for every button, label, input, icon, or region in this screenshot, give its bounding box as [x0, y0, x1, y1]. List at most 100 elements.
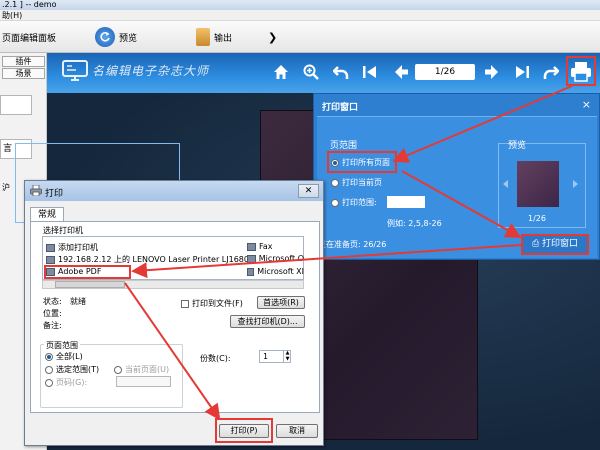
tab-scenes[interactable]: 场景: [2, 68, 45, 79]
menu-help[interactable]: 助(H): [2, 11, 22, 20]
printer-item-label: Microsoft O: [258, 254, 304, 263]
page-range-label: 页范围: [330, 141, 358, 151]
last-page-icon[interactable]: [514, 64, 530, 80]
copies-value: 1: [263, 352, 269, 361]
printer-icon: ⎙: [531, 239, 543, 249]
tab-general[interactable]: 常规: [30, 207, 64, 222]
printer-item-label: Microsoft XI: [257, 267, 304, 276]
dialog-print-button[interactable]: 打印(P): [219, 424, 269, 438]
export-button[interactable]: 输出: [196, 27, 232, 47]
redo-icon[interactable]: [543, 64, 559, 80]
app-name: 名编辑电子杂志大师: [92, 64, 210, 78]
printer-item-microsoft-xps[interactable]: Microsoft XI: [247, 267, 304, 276]
page-edit-panel-label: 页面编辑面板: [2, 33, 57, 44]
print-dialog-close-button[interactable]: ✕: [298, 184, 319, 198]
preview-page-indicator: 1/26: [528, 214, 546, 223]
radio-icon: [114, 365, 122, 374]
select-printer-label: 选择打印机: [43, 226, 83, 235]
left-panel-label: 沪: [2, 183, 10, 192]
left-panel-field[interactable]: [0, 95, 32, 115]
preview-thumbnail: [517, 161, 559, 207]
print-window-title: 打印窗口: [322, 103, 359, 113]
page-range-group-label: 页面范围: [44, 340, 80, 351]
print-status-text: 正在准备页: 26/26: [318, 240, 387, 249]
status-label: 状态:: [43, 297, 62, 306]
preview-prev-icon[interactable]: [503, 180, 509, 188]
page-numbers-input[interactable]: [116, 376, 171, 387]
radio-icon: [331, 178, 339, 187]
window-title-bar: .2.1 ] -- demo: [0, 0, 600, 10]
print-window-action-button[interactable]: ⎙ 打印窗口: [521, 234, 589, 255]
printer-icon: [571, 62, 591, 82]
preview-next-icon[interactable]: [572, 180, 578, 188]
print-window-close-button[interactable]: ×: [582, 98, 591, 111]
zoom-in-icon[interactable]: [303, 64, 319, 80]
range-selection-label: 选定范围(T): [56, 365, 100, 374]
prev-page-icon[interactable]: [393, 64, 409, 80]
comment-label: 备注:: [43, 321, 62, 330]
range-example-text: 例如: 2,5,8-26: [387, 219, 442, 228]
preferences-button[interactable]: 首选项(R): [257, 296, 305, 309]
window-title: .2.1 ] -- demo: [2, 0, 57, 9]
printer-icon: [46, 255, 55, 264]
refresh-icon: [95, 27, 115, 47]
adobe-pdf-highlight: [44, 265, 131, 279]
print-all-pages-option[interactable]: 打印所有页面: [331, 157, 390, 168]
home-icon[interactable]: [273, 64, 289, 80]
printer-icon: [30, 185, 42, 196]
fax-icon: [247, 242, 256, 251]
page-indicator[interactable]: 1/26: [415, 64, 475, 80]
range-all-label: 全部(L): [56, 352, 83, 361]
printer-item-label: 添加打印机: [58, 243, 98, 252]
print-button[interactable]: [566, 56, 596, 86]
print-to-file-checkbox[interactable]: 打印到文件(F): [181, 298, 243, 309]
radio-icon: [45, 365, 53, 374]
range-current-label: 当前页面(U): [125, 365, 170, 374]
preview-label: 预览: [119, 33, 138, 44]
menu-bar: 助(H): [0, 10, 600, 21]
copies-label: 份数(C):: [200, 354, 231, 363]
toolbar-more-button[interactable]: ❯: [268, 27, 277, 47]
preview-button[interactable]: 预览: [95, 27, 137, 47]
add-printer-icon: [46, 243, 55, 252]
main-toolbar: 页面编辑面板 预览 输出 ❯: [0, 21, 600, 53]
range-pages-label: 页码(G):: [56, 378, 88, 387]
dialog-cancel-button[interactable]: 取消: [276, 424, 318, 438]
print-dialog-title: 打印: [45, 189, 64, 199]
printer-item-microsoft-o[interactable]: Microsoft O: [247, 254, 304, 263]
range-pages-option[interactable]: 页码(G):: [45, 377, 87, 388]
printer-item-fax[interactable]: Fax: [247, 242, 273, 251]
print-current-page-label: 打印当前页: [342, 178, 382, 187]
range-selection-option[interactable]: 选定范围(T): [45, 364, 99, 375]
export-label: 输出: [214, 33, 233, 44]
book-icon: [196, 28, 210, 46]
printer-item-lenovo[interactable]: 192.168.2.12 上的 LENOVO Laser Printer LJ1…: [46, 254, 249, 265]
next-page-icon[interactable]: [484, 64, 500, 80]
printer-item-label: Fax: [259, 242, 273, 251]
undo-icon[interactable]: [333, 64, 349, 80]
radio-icon: [331, 158, 339, 167]
range-current-option[interactable]: 当前页面(U): [114, 364, 169, 375]
printer-icon: [247, 254, 256, 263]
print-window-action-label: 打印窗口: [542, 239, 579, 249]
first-page-icon[interactable]: [362, 64, 378, 80]
copies-spinner[interactable]: ▲ ▼: [283, 350, 291, 363]
scrollbar-thumb[interactable]: [55, 281, 125, 288]
print-all-pages-label: 打印所有页面: [342, 158, 390, 167]
print-range-input[interactable]: [387, 196, 425, 208]
page-edit-panel-button[interactable]: 页面编辑面板: [2, 27, 56, 47]
printer-icon: [247, 267, 255, 276]
printer-item-add[interactable]: 添加打印机: [46, 242, 98, 253]
checkbox-icon: [181, 299, 189, 308]
monitor-logo-icon: [62, 60, 88, 81]
print-range-option[interactable]: 打印范围:: [331, 197, 377, 208]
printer-item-label: 192.168.2.12 上的 LENOVO Laser Printer LJ1…: [58, 255, 249, 264]
tab-plugins[interactable]: 插件: [2, 56, 45, 67]
radio-icon: [331, 198, 339, 207]
radio-icon: [45, 378, 53, 387]
left-panel-field-text: 言: [3, 144, 13, 154]
range-all-option[interactable]: 全部(L): [45, 351, 83, 362]
find-printer-button[interactable]: 查找打印机(D)...: [230, 315, 305, 328]
print-current-page-option[interactable]: 打印当前页: [331, 177, 382, 188]
radio-icon: [45, 352, 53, 361]
